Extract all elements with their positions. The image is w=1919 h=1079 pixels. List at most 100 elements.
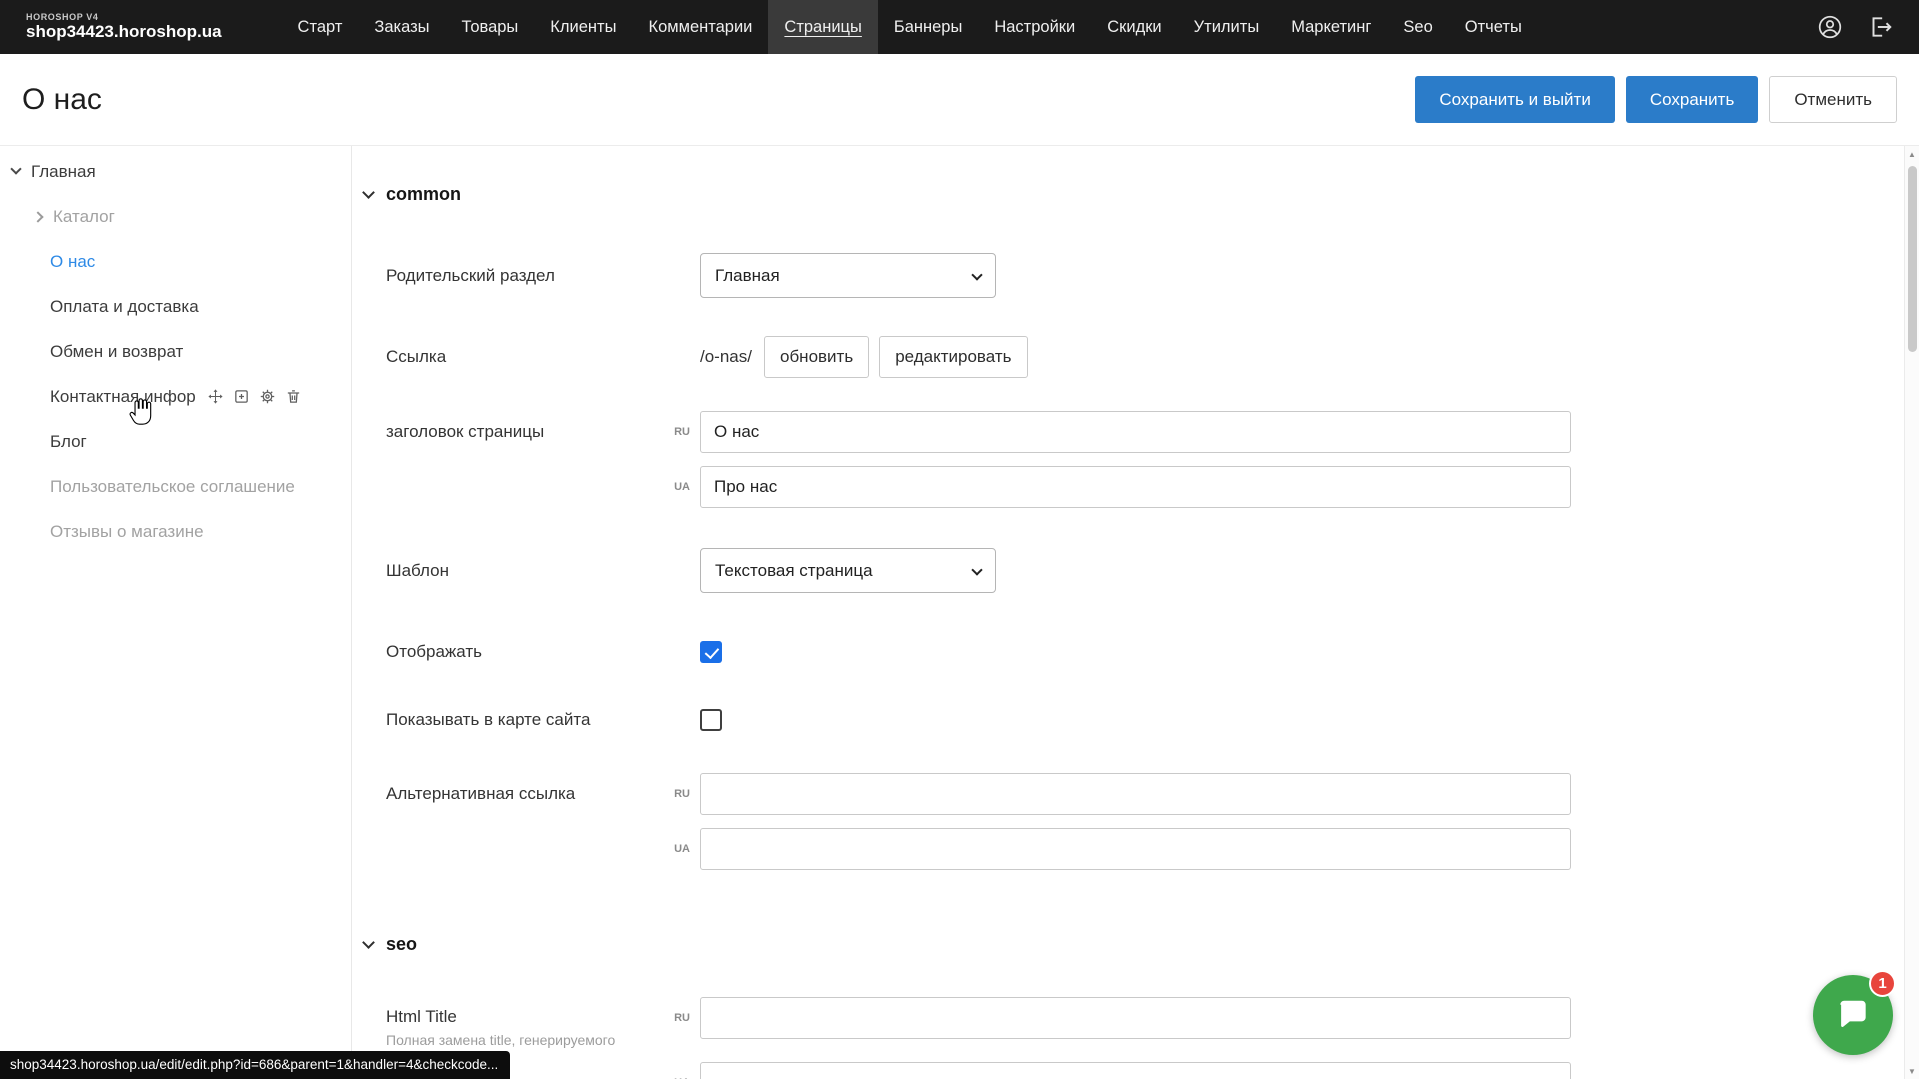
nav-item-utility[interactable]: Утилиты bbox=[1178, 0, 1276, 54]
form-row-html-title-ua: UA bbox=[386, 1062, 1919, 1079]
tree-label: Пользовательское соглашение bbox=[50, 477, 295, 497]
chevron-down-icon bbox=[971, 269, 982, 280]
edit-link-button[interactable]: редактировать bbox=[879, 336, 1027, 378]
logout-icon[interactable] bbox=[1867, 14, 1893, 40]
page-title: О нас bbox=[22, 83, 102, 117]
alt-link-ru-input[interactable] bbox=[700, 773, 1571, 815]
nav-item-tovary[interactable]: Товары bbox=[446, 0, 535, 54]
save-button[interactable]: Сохранить bbox=[1626, 76, 1758, 123]
section-seo-toggle[interactable]: seo bbox=[364, 934, 1919, 955]
nav-item-nastroyki[interactable]: Настройки bbox=[978, 0, 1091, 54]
content: Главная Каталог О нас Оплата и доставка … bbox=[0, 146, 1919, 1079]
sitemap-label: Показывать в карте сайта bbox=[386, 710, 636, 730]
nav-item-otchety[interactable]: Отчеты bbox=[1449, 0, 1538, 54]
cancel-button[interactable]: Отменить bbox=[1769, 76, 1897, 123]
tree-label: Контактная инфор bbox=[50, 387, 196, 407]
form-row-alt-link-ru: Альтернативная ссылка RU bbox=[386, 773, 1919, 815]
topbar-icons bbox=[1817, 0, 1893, 54]
sidebar-item-katalog[interactable]: Каталог bbox=[0, 194, 351, 239]
sitemap-checkbox[interactable] bbox=[700, 709, 722, 731]
gear-icon[interactable] bbox=[259, 388, 276, 405]
sidebar-item-blog[interactable]: Блог bbox=[0, 419, 351, 464]
brand-domain: shop34423.horoshop.ua bbox=[26, 22, 222, 42]
page-title-ua-input[interactable] bbox=[700, 466, 1571, 508]
lang-badge-ru: RU bbox=[636, 426, 700, 438]
parent-section-label: Родительский раздел bbox=[386, 266, 636, 286]
form-row-display: Отображать bbox=[386, 641, 1919, 663]
lang-badge-ru: RU bbox=[636, 788, 700, 800]
move-icon[interactable] bbox=[207, 388, 224, 405]
scroll-down-arrow[interactable]: ▼ bbox=[1905, 1063, 1919, 1079]
template-label: Шаблон bbox=[386, 561, 636, 581]
display-checkbox[interactable] bbox=[700, 641, 722, 663]
page-title-label: заголовок страницы bbox=[386, 422, 636, 442]
add-page-icon[interactable] bbox=[233, 388, 250, 405]
nav-item-bannery[interactable]: Баннеры bbox=[878, 0, 978, 54]
sidebar-item-glavnaya[interactable]: Главная bbox=[0, 149, 351, 194]
section-common-label: common bbox=[386, 184, 461, 205]
page-header: О нас Сохранить и выйти Сохранить Отмени… bbox=[0, 54, 1919, 146]
refresh-link-button[interactable]: обновить bbox=[764, 336, 869, 378]
lang-badge-ua: UA bbox=[636, 843, 700, 855]
form-row-page-title-ua: UA bbox=[386, 466, 1919, 508]
nav-item-kommentarii[interactable]: Комментарии bbox=[632, 0, 768, 54]
vertical-scrollbar: ▲ ▼ bbox=[1904, 146, 1919, 1079]
page: HOROSHOP V4 shop34423.horoshop.ua Старт … bbox=[0, 0, 1919, 1079]
sidebar-item-kontaktnaya-infor[interactable]: Контактная инфор bbox=[0, 374, 351, 419]
sidebar-item-polzovatelskoe-soglashenie[interactable]: Пользовательское соглашение bbox=[0, 464, 351, 509]
chevron-down-icon bbox=[362, 186, 375, 199]
chevron-down-icon bbox=[362, 936, 375, 949]
nav-item-start[interactable]: Старт bbox=[282, 0, 359, 54]
template-select[interactable]: Текстовая страница bbox=[700, 548, 996, 593]
section-seo-label: seo bbox=[386, 934, 417, 955]
pages-tree-sidebar: Главная Каталог О нас Оплата и доставка … bbox=[0, 146, 352, 1079]
chat-widget-button[interactable]: 1 bbox=[1813, 975, 1893, 1055]
tree-label: Главная bbox=[31, 162, 96, 182]
display-label: Отображать bbox=[386, 642, 636, 662]
html-title-note: Полная замена title, генерируемого bbox=[386, 1032, 636, 1048]
nav-item-seo[interactable]: Seo bbox=[1387, 0, 1448, 54]
form-row-sitemap: Показывать в карте сайта bbox=[386, 709, 1919, 731]
nav-item-marketing[interactable]: Маркетинг bbox=[1275, 0, 1387, 54]
parent-section-select[interactable]: Главная bbox=[700, 253, 996, 298]
nav-item-stranitsy[interactable]: Страницы bbox=[768, 0, 877, 54]
page-edit-form: common Родительский раздел Главная Ссылк… bbox=[352, 146, 1919, 1079]
scrollbar-thumb[interactable] bbox=[1908, 166, 1917, 352]
tree-item-actions bbox=[207, 388, 302, 405]
form-row-page-title-ru: заголовок страницы RU bbox=[386, 411, 1919, 453]
form-row-link: Ссылка /o-nas/ обновить редактировать bbox=[386, 336, 1919, 378]
sidebar-item-obmen-i-vozvrat[interactable]: Обмен и возврат bbox=[0, 329, 351, 374]
parent-section-value: Главная bbox=[715, 266, 780, 286]
scroll-up-arrow[interactable]: ▲ bbox=[1905, 146, 1919, 162]
alt-link-ua-input[interactable] bbox=[700, 828, 1571, 870]
header-actions: Сохранить и выйти Сохранить Отменить bbox=[1415, 76, 1897, 123]
status-url-tooltip: shop34423.horoshop.ua/edit/edit.php?id=6… bbox=[0, 1051, 510, 1079]
trash-icon[interactable] bbox=[285, 388, 302, 405]
html-title-ru-input[interactable] bbox=[700, 997, 1571, 1039]
nav-item-skidki[interactable]: Скидки bbox=[1091, 0, 1177, 54]
page-title-ru-input[interactable] bbox=[700, 411, 1571, 453]
sidebar-item-otzyvy-o-magazine[interactable]: Отзывы о магазине bbox=[0, 509, 351, 554]
brand-version-label: HOROSHOP V4 bbox=[26, 12, 222, 22]
tree-label: Блог bbox=[50, 432, 87, 452]
lang-badge-ru: RU bbox=[636, 997, 700, 1024]
sidebar-item-oplata-i-dostavka[interactable]: Оплата и доставка bbox=[0, 284, 351, 329]
form-row-template: Шаблон Текстовая страница bbox=[386, 548, 1919, 593]
tree-label: Оплата и доставка bbox=[50, 297, 199, 317]
save-and-exit-button[interactable]: Сохранить и выйти bbox=[1415, 76, 1614, 123]
account-icon[interactable] bbox=[1817, 14, 1843, 40]
html-title-label-block: Html Title Полная замена title, генериру… bbox=[386, 997, 636, 1048]
html-title-ua-input[interactable] bbox=[700, 1062, 1571, 1079]
chevron-down-icon[interactable] bbox=[10, 163, 21, 174]
alt-link-label: Альтернативная ссылка bbox=[386, 784, 636, 804]
nav-item-klienty[interactable]: Клиенты bbox=[534, 0, 632, 54]
link-label: Ссылка bbox=[386, 347, 636, 367]
brand-block[interactable]: HOROSHOP V4 shop34423.horoshop.ua bbox=[26, 0, 222, 54]
chevron-right-icon[interactable] bbox=[32, 211, 43, 222]
topbar: HOROSHOP V4 shop34423.horoshop.ua Старт … bbox=[0, 0, 1919, 54]
section-common-toggle[interactable]: common bbox=[364, 184, 1919, 205]
sidebar-item-o-nas[interactable]: О нас bbox=[0, 239, 351, 284]
link-path-value: /o-nas/ bbox=[700, 347, 752, 367]
template-value: Текстовая страница bbox=[715, 561, 873, 581]
nav-item-zakazy[interactable]: Заказы bbox=[358, 0, 445, 54]
